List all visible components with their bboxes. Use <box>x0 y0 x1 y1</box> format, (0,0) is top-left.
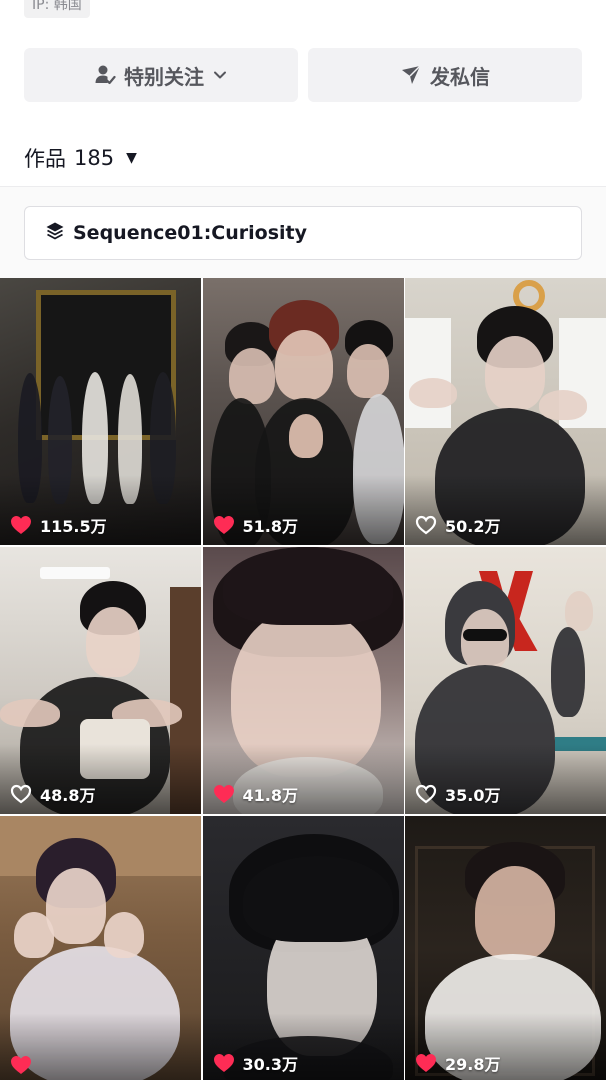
heart-outline-icon <box>415 515 437 535</box>
like-count-text: 48.8万 <box>40 786 96 805</box>
video-thumbnail[interactable] <box>0 816 201 1080</box>
works-count: 185 <box>74 146 115 170</box>
heart-filled-icon <box>213 515 235 535</box>
video-thumbnail[interactable]: 29.8万 <box>405 816 606 1080</box>
paper-plane-icon <box>400 64 422 86</box>
like-count <box>10 1055 40 1075</box>
heart-filled-icon <box>415 1053 437 1073</box>
like-count: 35.0万 <box>415 782 500 806</box>
like-count: 51.8万 <box>213 513 298 537</box>
like-count: 50.2万 <box>415 513 500 537</box>
send-message-label: 发私信 <box>430 64 490 89</box>
chevron-down-icon <box>212 67 228 83</box>
video-thumbnail[interactable]: 35.0万 <box>405 547 606 814</box>
layers-icon <box>45 221 65 246</box>
send-message-button[interactable]: 发私信 <box>308 48 582 102</box>
like-count: 48.8万 <box>10 782 95 806</box>
heart-outline-icon <box>415 784 437 804</box>
video-thumbnail[interactable]: 51.8万 <box>202 278 404 545</box>
like-count: 29.8万 <box>415 1051 500 1075</box>
collection-card[interactable]: Sequence01:Curiosity <box>24 206 582 260</box>
video-thumbnail[interactable]: 50.2万 <box>405 278 606 545</box>
ip-location-tag: IP: 韩国 <box>24 0 90 18</box>
heart-outline-icon <box>10 784 32 804</box>
like-count-text: 50.2万 <box>445 517 501 536</box>
special-follow-button[interactable]: 特别关注 <box>24 48 298 102</box>
collection-title: Sequence01:Curiosity <box>73 222 307 244</box>
video-thumbnail[interactable]: 48.8万 <box>0 547 201 814</box>
like-count-text: 115.5万 <box>40 517 107 536</box>
like-count-text: 30.3万 <box>242 1055 298 1074</box>
heart-filled-icon <box>10 515 32 535</box>
like-count: 30.3万 <box>213 1051 298 1075</box>
like-count-text: 29.8万 <box>445 1055 501 1074</box>
like-count: 115.5万 <box>10 513 107 537</box>
video-grid: 115.5万 51.8万 50.2万 48.8万 41.8万 35.0万 30.… <box>0 278 606 1080</box>
like-count: 41.8万 <box>213 782 298 806</box>
video-thumbnail[interactable]: 30.3万 <box>202 816 404 1080</box>
video-thumbnail[interactable]: 41.8万 <box>202 547 404 814</box>
like-count-text: 41.8万 <box>242 786 298 805</box>
special-follow-label: 特别关注 <box>124 64 204 89</box>
heart-filled-icon <box>213 784 235 804</box>
like-count-text: 35.0万 <box>445 786 501 805</box>
user-check-icon <box>94 64 116 86</box>
profile-action-row: 特别关注 发私信 <box>24 48 582 102</box>
works-label: 作品 <box>24 147 66 171</box>
heart-filled-icon <box>10 1055 32 1075</box>
video-thumbnail[interactable]: 115.5万 <box>0 278 201 545</box>
works-tab[interactable]: 作品 185 ▼ <box>24 140 137 176</box>
heart-filled-icon <box>213 1053 235 1073</box>
caret-down-icon: ▼ <box>126 150 137 166</box>
like-count-text: 51.8万 <box>242 517 298 536</box>
